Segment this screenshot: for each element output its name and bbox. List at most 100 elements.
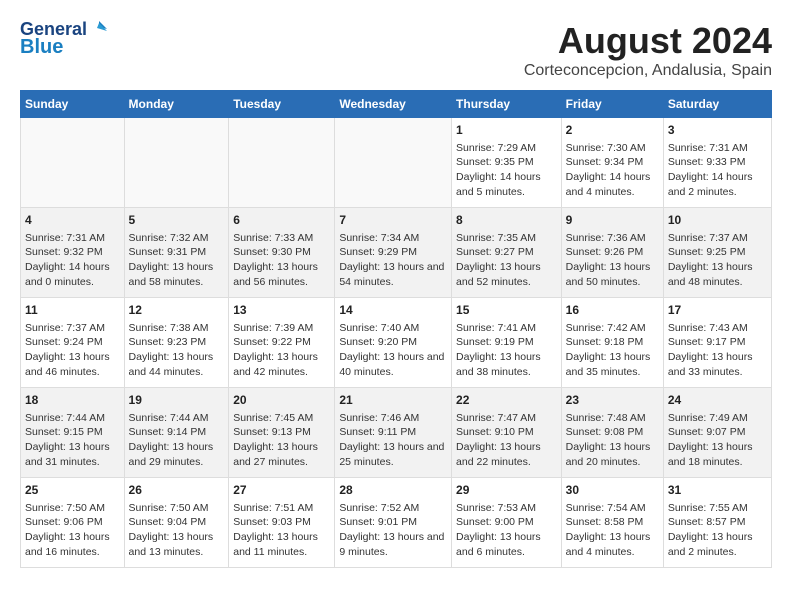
- day-header-tuesday: Tuesday: [229, 91, 335, 118]
- day-number: 8: [456, 212, 557, 229]
- day-info: Sunset: 8:58 PM: [566, 515, 659, 530]
- day-info: Sunset: 9:15 PM: [25, 425, 120, 440]
- day-number: 29: [456, 482, 557, 499]
- calendar-cell: 19Sunrise: 7:44 AMSunset: 9:14 PMDayligh…: [124, 388, 229, 478]
- calendar-cell: 6Sunrise: 7:33 AMSunset: 9:30 PMDaylight…: [229, 208, 335, 298]
- day-number: 2: [566, 122, 659, 139]
- day-info: Sunrise: 7:41 AM: [456, 321, 557, 336]
- day-info: Sunset: 9:14 PM: [129, 425, 225, 440]
- day-info: Daylight: 14 hours and 5 minutes.: [456, 170, 557, 199]
- calendar-cell: 12Sunrise: 7:38 AMSunset: 9:23 PMDayligh…: [124, 298, 229, 388]
- day-info: Sunset: 9:10 PM: [456, 425, 557, 440]
- day-info: Sunrise: 7:49 AM: [668, 411, 767, 426]
- calendar-cell: 3Sunrise: 7:31 AMSunset: 9:33 PMDaylight…: [663, 118, 771, 208]
- day-number: 7: [339, 212, 447, 229]
- day-info: Sunrise: 7:55 AM: [668, 501, 767, 516]
- day-number: 9: [566, 212, 659, 229]
- day-info: Sunset: 9:18 PM: [566, 335, 659, 350]
- day-info: Sunset: 9:00 PM: [456, 515, 557, 530]
- day-header-saturday: Saturday: [663, 91, 771, 118]
- day-info: Daylight: 13 hours and 4 minutes.: [566, 530, 659, 559]
- day-info: Daylight: 13 hours and 6 minutes.: [456, 530, 557, 559]
- day-info: Sunrise: 7:48 AM: [566, 411, 659, 426]
- day-info: Sunrise: 7:30 AM: [566, 141, 659, 156]
- calendar-cell: 2 Sunrise: 7:30 AMSunset: 9:34 PMDaylight…: [561, 118, 663, 208]
- day-info: Sunrise: 7:45 AM: [233, 411, 330, 426]
- calendar-cell: 15Sunrise: 7:41 AMSunset: 9:19 PMDayligh…: [452, 298, 562, 388]
- day-info: Sunset: 9:06 PM: [25, 515, 120, 530]
- day-info: Daylight: 13 hours and 27 minutes.: [233, 440, 330, 469]
- day-info: Daylight: 13 hours and 46 minutes.: [25, 350, 120, 379]
- day-number: 31: [668, 482, 767, 499]
- calendar-cell: 17Sunrise: 7:43 AMSunset: 9:17 PMDayligh…: [663, 298, 771, 388]
- day-info: Daylight: 13 hours and 58 minutes.: [129, 260, 225, 289]
- day-info: Sunrise: 7:38 AM: [129, 321, 225, 336]
- day-header-wednesday: Wednesday: [335, 91, 452, 118]
- calendar-cell: 27Sunrise: 7:51 AMSunset: 9:03 PMDayligh…: [229, 478, 335, 568]
- logo-blue: Blue: [20, 36, 107, 58]
- day-number: 22: [456, 392, 557, 409]
- day-info: Sunrise: 7:53 AM: [456, 501, 557, 516]
- day-number: 15: [456, 302, 557, 319]
- day-header-thursday: Thursday: [452, 91, 562, 118]
- day-info: Sunrise: 7:46 AM: [339, 411, 447, 426]
- day-info: Daylight: 13 hours and 25 minutes.: [339, 440, 447, 469]
- day-info: Daylight: 14 hours and 0 minutes.: [25, 260, 120, 289]
- day-info: Sunrise: 7:33 AM: [233, 231, 330, 246]
- calendar-cell: 20 Sunrise: 7:45 AMSunset: 9:13 PMDayligh…: [229, 388, 335, 478]
- day-number: 21: [339, 392, 447, 409]
- calendar-cell: 11Sunrise: 7:37 AMSunset: 9:24 PMDayligh…: [21, 298, 125, 388]
- day-info: Sunrise: 7:40 AM: [339, 321, 447, 336]
- calendar-cell: 26Sunrise: 7:50 AMSunset: 9:04 PMDayligh…: [124, 478, 229, 568]
- page-header: General Blue August 2024 Corteconcepcion…: [20, 20, 772, 80]
- week-row-4: 18Sunrise: 7:44 AMSunset: 9:15 PMDayligh…: [21, 388, 772, 478]
- day-info: Sunrise: 7:51 AM: [233, 501, 330, 516]
- subtitle: Corteconcepcion, Andalusia, Spain: [524, 62, 772, 80]
- day-number: 25: [25, 482, 120, 499]
- day-info: Sunset: 9:11 PM: [339, 425, 447, 440]
- day-number: 26: [129, 482, 225, 499]
- day-info: Daylight: 13 hours and 44 minutes.: [129, 350, 225, 379]
- day-number: 5: [129, 212, 225, 229]
- day-header-friday: Friday: [561, 91, 663, 118]
- day-number: 11: [25, 302, 120, 319]
- day-info: Daylight: 13 hours and 33 minutes.: [668, 350, 767, 379]
- calendar-cell: 23Sunrise: 7:48 AMSunset: 9:08 PMDayligh…: [561, 388, 663, 478]
- day-info: Sunrise: 7:36 AM: [566, 231, 659, 246]
- calendar-cell: 16Sunrise: 7:42 AMSunset: 9:18 PMDayligh…: [561, 298, 663, 388]
- day-info: Sunset: 9:34 PM: [566, 155, 659, 170]
- day-info: Daylight: 13 hours and 18 minutes.: [668, 440, 767, 469]
- day-number: 10: [668, 212, 767, 229]
- day-number: 18: [25, 392, 120, 409]
- day-number: 20: [233, 392, 330, 409]
- day-info: Daylight: 13 hours and 16 minutes.: [25, 530, 120, 559]
- day-info: Sunrise: 7:37 AM: [668, 231, 767, 246]
- day-info: Sunset: 9:31 PM: [129, 245, 225, 260]
- day-info: Sunrise: 7:50 AM: [25, 501, 120, 516]
- day-info: Sunset: 9:24 PM: [25, 335, 120, 350]
- day-info: Daylight: 13 hours and 22 minutes.: [456, 440, 557, 469]
- day-info: Sunset: 9:26 PM: [566, 245, 659, 260]
- day-info: Daylight: 13 hours and 54 minutes.: [339, 260, 447, 289]
- calendar-cell: 28Sunrise: 7:52 AMSunset: 9:01 PMDayligh…: [335, 478, 452, 568]
- day-number: 27: [233, 482, 330, 499]
- day-info: Sunset: 9:13 PM: [233, 425, 330, 440]
- logo: General Blue: [20, 20, 107, 58]
- day-info: Daylight: 13 hours and 42 minutes.: [233, 350, 330, 379]
- day-number: 6: [233, 212, 330, 229]
- calendar-cell: 30Sunrise: 7:54 AMSunset: 8:58 PMDayligh…: [561, 478, 663, 568]
- day-info: Daylight: 13 hours and 2 minutes.: [668, 530, 767, 559]
- day-info: Sunrise: 7:39 AM: [233, 321, 330, 336]
- day-info: Daylight: 14 hours and 4 minutes.: [566, 170, 659, 199]
- day-info: Daylight: 13 hours and 50 minutes.: [566, 260, 659, 289]
- day-info: Sunset: 9:04 PM: [129, 515, 225, 530]
- day-info: Daylight: 13 hours and 9 minutes.: [339, 530, 447, 559]
- day-info: Daylight: 13 hours and 31 minutes.: [25, 440, 120, 469]
- calendar-cell: [229, 118, 335, 208]
- week-row-1: 1Sunrise: 7:29 AMSunset: 9:35 PMDaylight…: [21, 118, 772, 208]
- calendar-cell: 29 Sunrise: 7:53 AMSunset: 9:00 PMDayligh…: [452, 478, 562, 568]
- day-info: Sunset: 9:25 PM: [668, 245, 767, 260]
- day-info: Sunrise: 7:54 AM: [566, 501, 659, 516]
- day-info: Sunset: 9:23 PM: [129, 335, 225, 350]
- day-info: Sunset: 9:07 PM: [668, 425, 767, 440]
